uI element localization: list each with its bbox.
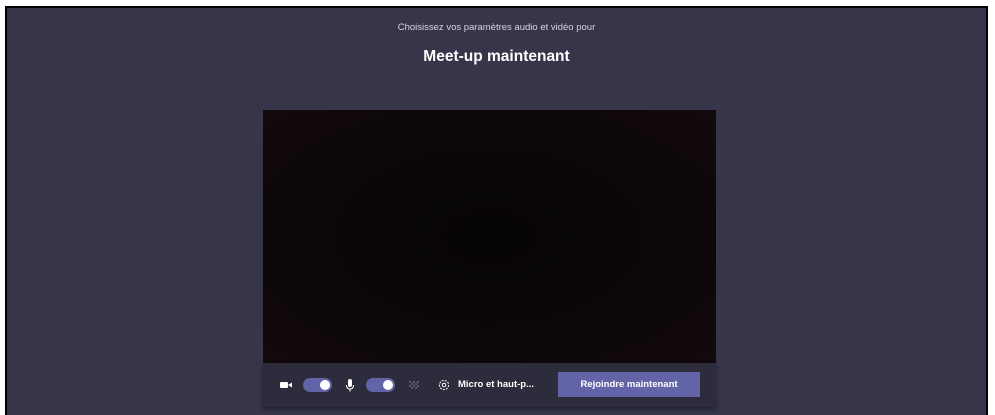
microphone-icon[interactable]: [345, 377, 355, 393]
camera-toggle-knob: [320, 380, 330, 390]
camera-icon[interactable]: [279, 377, 293, 393]
settings-prompt: Choisissez vos paramètres audio et vidéo…: [397, 22, 596, 33]
audio-device-label[interactable]: Micro et haut-p...: [458, 363, 534, 407]
meeting-title: Meet-up maintenant: [423, 48, 570, 65]
join-now-button[interactable]: Rejoindre maintenant: [558, 372, 700, 397]
background-effects-icon[interactable]: [408, 377, 420, 393]
device-controls-bar: Micro et haut-p... Rejoindre maintenant: [263, 363, 716, 407]
video-preview: [263, 110, 716, 363]
camera-toggle[interactable]: [303, 378, 332, 392]
device-settings-icon[interactable]: [437, 377, 451, 393]
microphone-toggle[interactable]: [366, 378, 395, 392]
microphone-toggle-knob: [383, 380, 393, 390]
pre-join-screen: Choisissez vos paramètres audio et vidéo…: [5, 6, 988, 415]
